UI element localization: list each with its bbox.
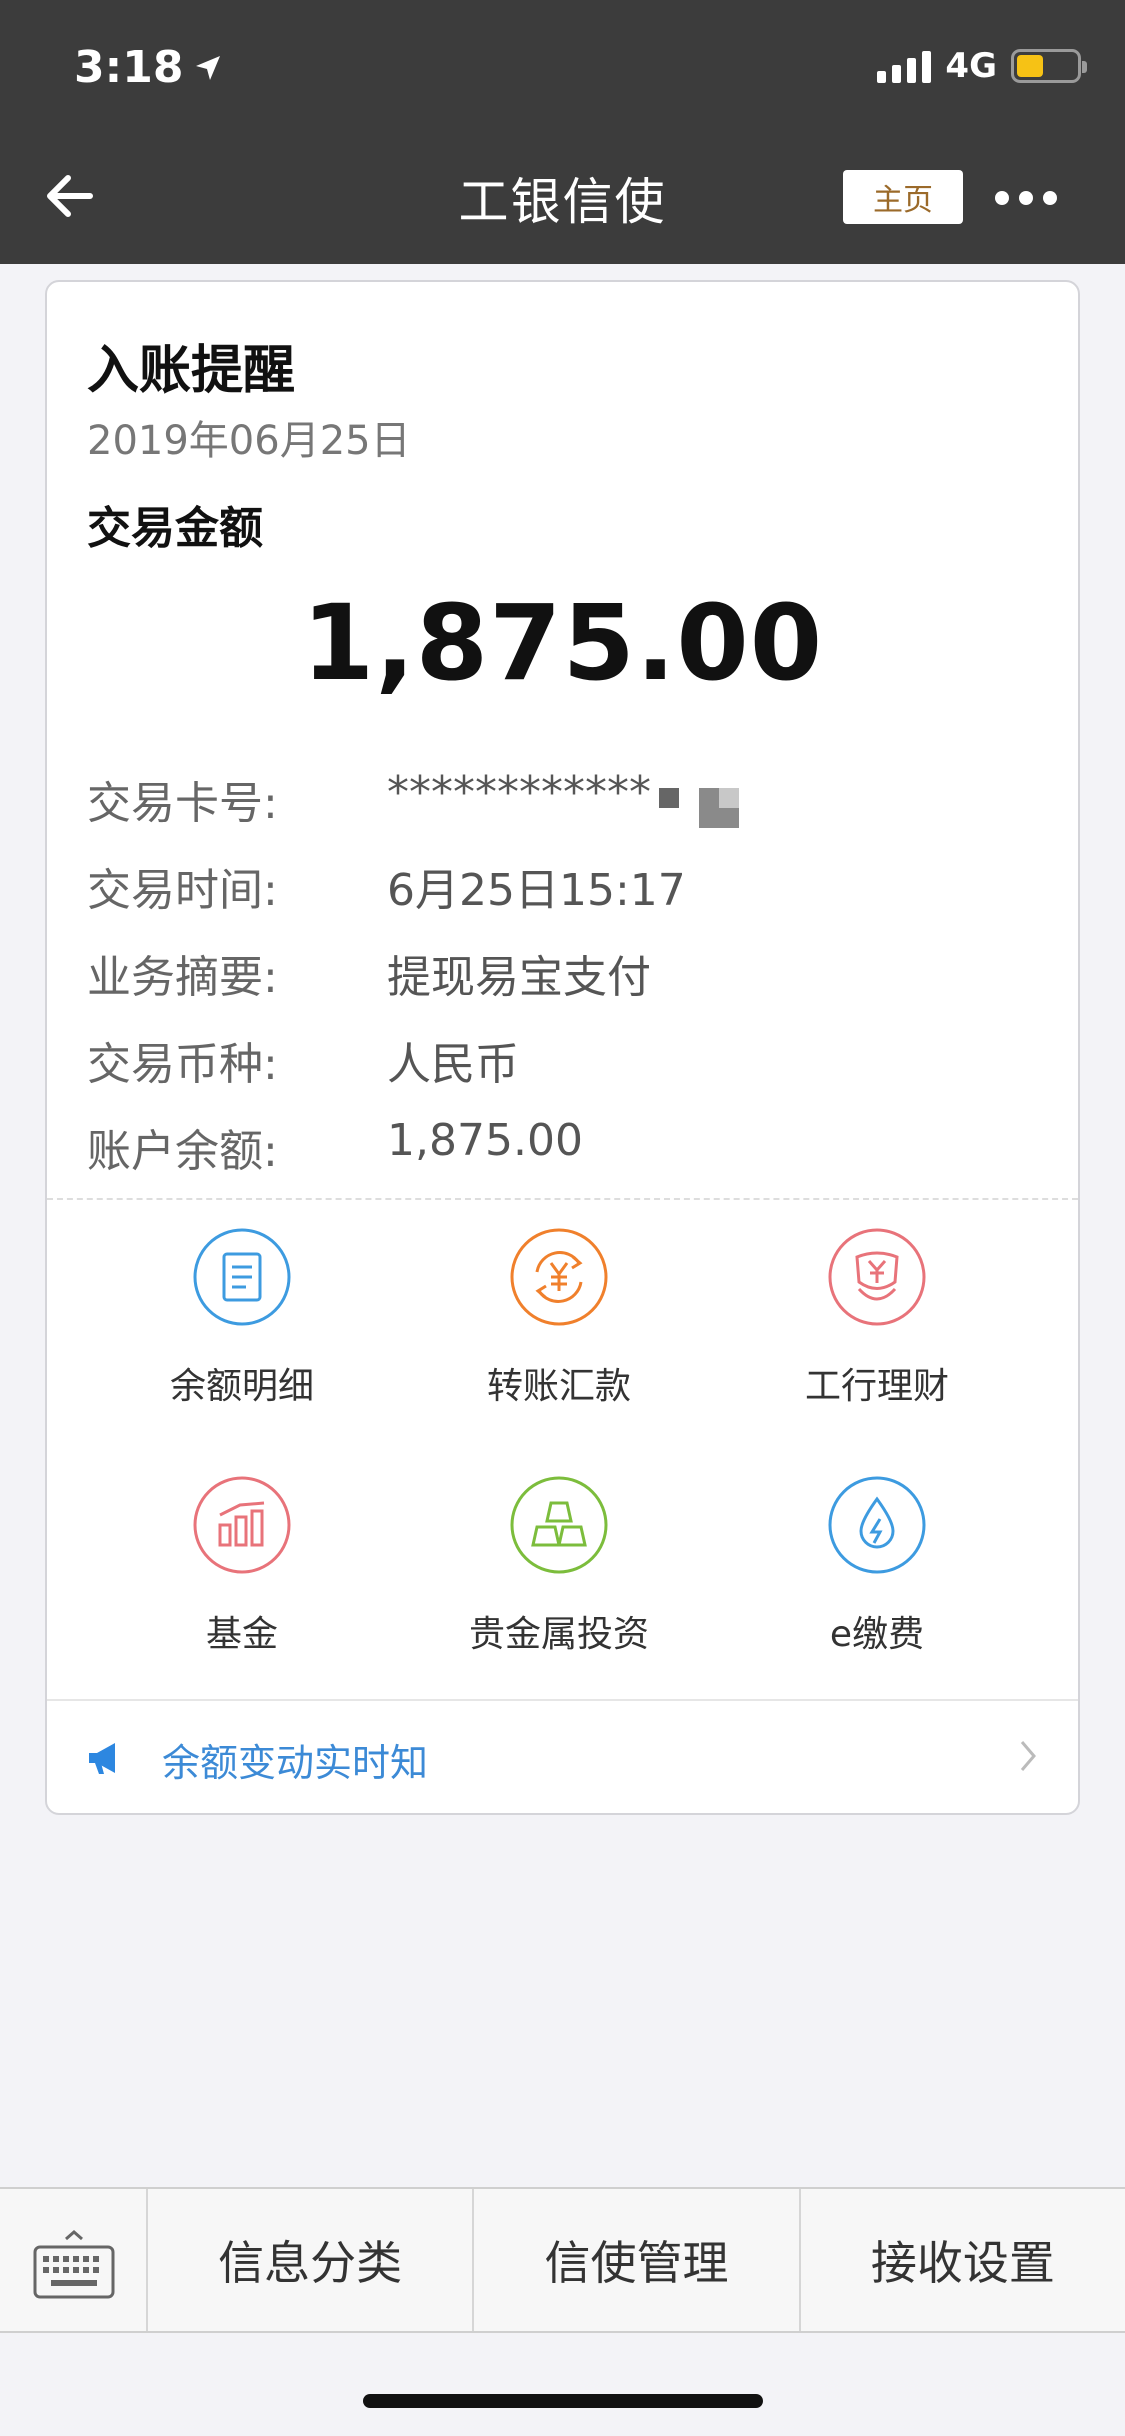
yuan-flower-icon <box>828 1228 926 1326</box>
status-time-text: 3:18 <box>74 42 184 93</box>
status-indicators: 4G <box>877 46 1087 86</box>
menu-receive-settings[interactable]: 接收设置 <box>801 2189 1125 2331</box>
action-e-payment[interactable]: e缴费 <box>727 1475 1027 1695</box>
megaphone-icon <box>89 1743 115 1774</box>
detail-row-time: 交易时间: 6月25日15:17 <box>87 854 686 918</box>
detail-value: 提现易宝支付 <box>387 952 651 1003</box>
status-time: 3:18 <box>74 42 223 93</box>
action-label: 贵金属投资 <box>468 1614 649 1655</box>
balance-alert-link[interactable]: 余额变动实时知 <box>47 1700 1078 1813</box>
card-title: 入账提醒 <box>87 341 296 401</box>
dashed-divider <box>47 1198 1078 1200</box>
action-precious-metals[interactable]: 贵金属投资 <box>409 1475 709 1695</box>
action-transfer[interactable]: 转账汇款 <box>409 1227 709 1447</box>
detail-row-card-number: 交易卡号: ************ <box>87 767 651 831</box>
gold-bars-icon <box>510 1476 608 1574</box>
chevron-right-icon <box>1020 1741 1036 1771</box>
detail-value: 6月25日15:17 <box>387 865 686 916</box>
action-label: 基金 <box>205 1614 278 1655</box>
menu-message-category[interactable]: 信息分类 <box>148 2189 475 2331</box>
detail-label: 账户余额: <box>87 1126 278 1177</box>
masked-digits <box>659 782 749 842</box>
action-wealth-management[interactable]: 工行理财 <box>727 1227 1027 1447</box>
detail-value: 人民币 <box>387 1039 519 1090</box>
bar-chart-icon <box>193 1476 291 1574</box>
action-fund[interactable]: 基金 <box>92 1475 392 1695</box>
network-type: 4G <box>945 46 997 86</box>
detail-label: 业务摘要: <box>87 952 278 1003</box>
detail-label: 交易时间: <box>87 865 278 916</box>
header-bar: 3:18 4G 工银信使 主页 <box>0 0 1125 264</box>
detail-row-summary: 业务摘要: 提现易宝支付 <box>87 941 651 1005</box>
action-label: e缴费 <box>829 1614 925 1655</box>
detail-row-currency: 交易币种: 人民币 <box>87 1028 519 1092</box>
home-indicator[interactable] <box>363 2394 763 2408</box>
detail-label: 交易卡号: <box>87 778 278 829</box>
action-label: 工行理财 <box>804 1366 949 1407</box>
signal-icon <box>877 49 932 83</box>
action-balance-detail[interactable]: 余额明细 <box>92 1227 392 1447</box>
card-date: 2019年06月25日 <box>87 418 411 464</box>
keyboard-toggle[interactable] <box>0 2189 148 2331</box>
detail-label: 交易币种: <box>87 1039 278 1090</box>
detail-row-balance: 账户余额: 1,875.00 <box>87 1115 583 1179</box>
bottom-menu-bar: 信息分类 信使管理 接收设置 <box>0 2187 1125 2333</box>
action-grid: 余额明细 转账汇款 工行理财 基金 贵金属投资 e缴费 <box>47 1227 1078 1707</box>
message-card: 入账提醒 2019年06月25日 交易金额 1,875.00 交易卡号: ***… <box>45 280 1080 1815</box>
transaction-amount: 1,875.00 <box>301 582 824 704</box>
amount-label: 交易金额 <box>87 503 263 554</box>
keyboard-icon <box>33 2230 115 2299</box>
document-icon <box>193 1228 291 1326</box>
detail-value: ************ <box>387 767 651 818</box>
home-button[interactable]: 主页 <box>843 170 963 224</box>
battery-icon <box>1011 49 1087 83</box>
menu-messenger-management[interactable]: 信使管理 <box>474 2189 801 2331</box>
drop-bolt-icon <box>828 1476 926 1574</box>
location-arrow-icon <box>196 55 221 80</box>
action-label: 余额明细 <box>169 1366 314 1407</box>
yuan-transfer-icon <box>510 1228 608 1326</box>
action-label: 转账汇款 <box>486 1366 631 1407</box>
detail-value: 1,875.00 <box>387 1115 583 1166</box>
promo-text: 余额变动实时知 <box>162 1741 429 1785</box>
more-options-icon[interactable] <box>995 183 1065 213</box>
